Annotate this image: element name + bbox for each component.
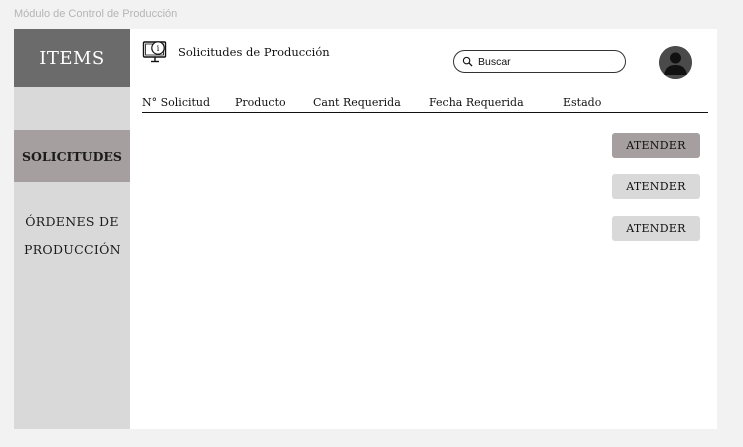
column-header-estado: Estado [563,96,602,109]
sidebar-item-solicitudes[interactable]: SOLICITUDES [14,130,130,182]
column-header-fecha: Fecha Requerida [429,96,524,109]
user-avatar-icon [659,46,692,79]
frame-title: Módulo de Control de Producción [14,8,178,20]
brand-logo: ITEMS [14,29,130,87]
sidebar-item-ordenes-produccion[interactable]: ÓRDENES DE PRODUCCIÓN [14,206,130,266]
monitor-info-icon: i [142,41,167,63]
sidebar: ITEMS SOLICITUDES ÓRDENES DE PRODUCCIÓN [14,29,130,429]
app-window: ITEMS SOLICITUDES ÓRDENES DE PRODUCCIÓN … [14,29,717,429]
atender-button[interactable]: ATENDER [612,216,700,241]
table-header: N° Solicitud Producto Cant Requerida Fec… [142,96,708,113]
column-header-numero-solicitud: N° Solicitud [142,96,211,109]
search-input[interactable] [478,55,608,68]
search-icon [462,56,473,67]
sidebar-item-label: SOLICITUDES [22,148,122,164]
column-header-producto: Producto [235,96,286,109]
page-title: Solicitudes de Producción [178,45,330,59]
atender-button[interactable]: ATENDER [612,174,700,199]
user-avatar[interactable] [659,46,692,79]
search-box[interactable] [453,50,626,73]
column-header-cantidad: Cant Requerida [313,96,401,109]
svg-text:i: i [157,44,160,54]
atender-button[interactable]: ATENDER [612,133,700,158]
sidebar-item-label: ÓRDENES DE PRODUCCIÓN [24,214,121,257]
